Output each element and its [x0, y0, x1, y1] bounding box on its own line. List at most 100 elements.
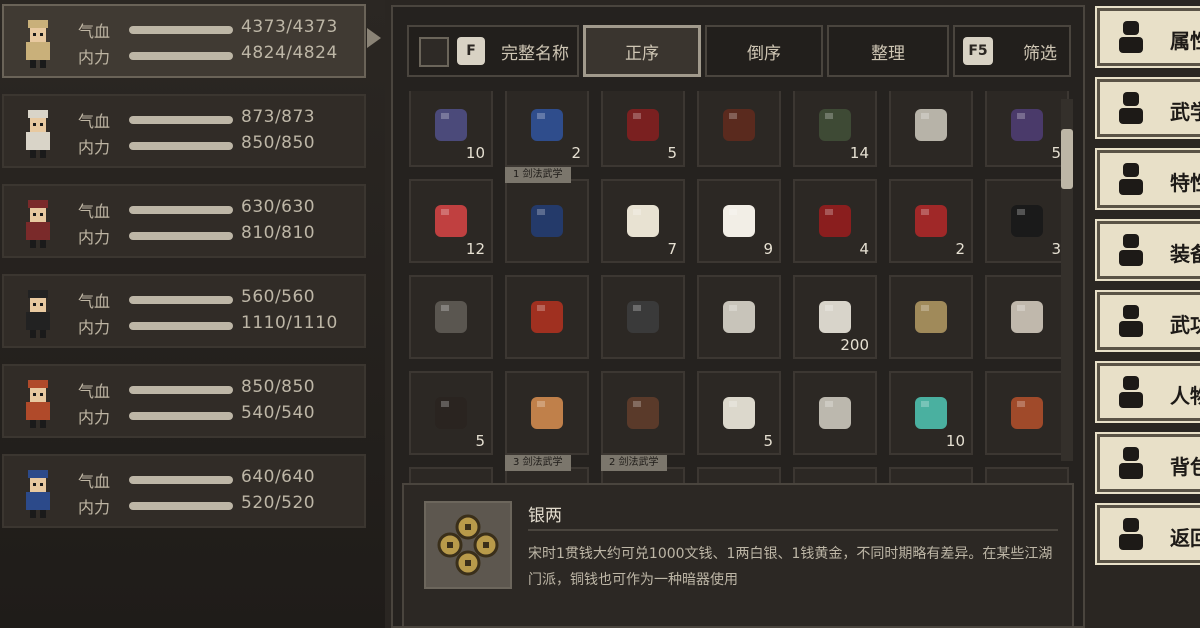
party-member-card[interactable]: 气血 640/640 内力 520/520 — [2, 454, 366, 528]
inventory-slot[interactable] — [601, 371, 685, 455]
inventory-slot[interactable] — [889, 275, 973, 359]
inventory-slot[interactable] — [505, 275, 589, 359]
hp-value: 4373/4373 — [241, 17, 338, 37]
filter-button[interactable]: F5 筛选 — [953, 25, 1071, 77]
hp-value: 640/640 — [241, 467, 316, 487]
hp-value: 850/850 — [241, 377, 316, 397]
mp-bar — [129, 142, 233, 150]
diamond-icon — [1119, 376, 1143, 408]
item-count: 14 — [849, 144, 869, 162]
inventory-slot[interactable] — [409, 467, 493, 483]
mp-value: 1110/1110 — [241, 313, 338, 333]
item-description-box: 银两 宋时1贯钱大约可兑1000文钱、1两白银、1钱黄金，不同时期略有差异。在某… — [402, 483, 1074, 628]
menu-bag-button[interactable]: 背包 — [1095, 432, 1200, 494]
item-count: 5 — [1051, 144, 1061, 162]
party-member-card[interactable]: 气血 873/873 内力 850/850 — [2, 94, 366, 168]
sticks-icon — [723, 109, 755, 141]
inventory-slot[interactable]: 5 — [409, 371, 493, 455]
inventory-slot[interactable]: 7 — [601, 179, 685, 263]
robe-icon — [627, 301, 659, 333]
inventory-scrollbar[interactable] — [1061, 99, 1073, 461]
party-member-card[interactable]: 气血 850/850 内力 540/540 — [2, 364, 366, 438]
mushroom-icon — [531, 397, 563, 429]
inventory-slot[interactable]: 4 — [793, 179, 877, 263]
item-count: 5 — [475, 432, 485, 450]
inventory-slot[interactable] — [889, 91, 973, 167]
soup-icon — [1011, 397, 1043, 429]
scrollbar-thumb[interactable] — [1061, 129, 1073, 189]
organize-button[interactable]: 整理 — [827, 25, 949, 77]
inventory-slot[interactable]: 3 剑法武学 — [505, 455, 589, 483]
inventory-slot[interactable]: 5 — [697, 371, 781, 455]
mp-label: 内力 — [78, 408, 111, 427]
inventory-slot[interactable]: 12 — [409, 179, 493, 263]
full-name-checkbox[interactable] — [419, 37, 449, 67]
party-member-card[interactable]: 气血 630/630 内力 810/810 — [2, 184, 366, 258]
hp-label: 气血 — [78, 382, 111, 401]
mp-bar — [129, 52, 233, 60]
mp-bar — [129, 412, 233, 420]
hp-label: 气血 — [78, 472, 111, 491]
inventory-slot[interactable] — [793, 371, 877, 455]
item-count: 7 — [667, 240, 677, 258]
item-count: 5 — [667, 144, 677, 162]
party-member-card[interactable]: 气血 4373/4373 内力 4824/4824 — [2, 4, 366, 78]
item-count: 3 — [1051, 240, 1061, 258]
menu-character-button[interactable]: 属性 — [1095, 6, 1200, 68]
inventory-slot[interactable]: 2 — [505, 91, 589, 167]
inventory-slot[interactable] — [697, 275, 781, 359]
inventory-slot[interactable] — [889, 467, 973, 483]
inventory-slot[interactable] — [985, 275, 1069, 359]
inventory-slot[interactable] — [697, 91, 781, 167]
item-count: 2 — [955, 240, 965, 258]
sort-descending-button[interactable]: 倒序 — [705, 25, 823, 77]
inventory-slot[interactable]: 10 — [409, 91, 493, 167]
inventory-slot[interactable] — [793, 467, 877, 483]
wine-jar-icon — [435, 397, 467, 429]
item-description: 宋时1贯钱大约可兑1000文钱、1两白银、1钱黄金，不同时期略有差异。在某些江湖… — [528, 546, 1053, 588]
hp-bar — [129, 386, 233, 394]
filter-label: 筛选 — [1023, 43, 1057, 64]
inventory-slot[interactable]: 200 — [793, 275, 877, 359]
inventory-slot[interactable] — [409, 275, 493, 359]
menu-book-button[interactable]: 武功 — [1095, 290, 1200, 352]
inventory-slot[interactable]: 3 — [985, 179, 1069, 263]
inventory-slot[interactable]: 2 剑法武学 — [601, 455, 685, 483]
menu-diamond-button[interactable]: 人物 — [1095, 361, 1200, 423]
hp-bar — [129, 206, 233, 214]
hotkey-f-icon: F — [457, 37, 485, 65]
hp-bar — [129, 116, 233, 124]
full-name-toggle[interactable]: F 完整名称 — [407, 25, 579, 77]
bag-icon — [1119, 447, 1143, 479]
hp-value: 560/560 — [241, 287, 316, 307]
organize-label: 整理 — [871, 43, 905, 64]
menu-trait-button[interactable]: 特性 — [1095, 148, 1200, 210]
menu-martial-button[interactable]: 武学 — [1095, 77, 1200, 139]
inventory-slot[interactable]: 5 — [601, 91, 685, 167]
inventory-slot[interactable]: 14 — [793, 91, 877, 167]
inventory-slot[interactable] — [697, 467, 781, 483]
menu-door-button[interactable]: 返回 — [1095, 503, 1200, 565]
pills-icon — [1011, 205, 1043, 237]
inventory-slot[interactable] — [505, 371, 589, 455]
party-member-card[interactable]: 气血 560/560 内力 1110/1110 — [2, 274, 366, 348]
hat-icon — [915, 301, 947, 333]
mp-bar — [129, 232, 233, 240]
inventory-slot[interactable] — [985, 371, 1069, 455]
red-book-icon — [627, 109, 659, 141]
inventory-slot[interactable]: 10 — [889, 371, 973, 455]
character-portrait-icon — [14, 14, 62, 70]
hp-bar — [129, 296, 233, 304]
pot-icon — [1011, 109, 1043, 141]
sort-ascending-button[interactable]: 正序 — [583, 25, 701, 77]
menu-sword-button[interactable]: 装备 — [1095, 219, 1200, 281]
hp-label: 气血 — [78, 292, 111, 311]
hotkey-f5-icon: F5 — [963, 37, 993, 65]
inventory-slot[interactable]: 1 剑法武学 — [505, 167, 589, 263]
martial-icon — [1119, 92, 1143, 124]
inventory-slot[interactable]: 2 — [889, 179, 973, 263]
inventory-slot[interactable]: 5 — [985, 91, 1069, 167]
inventory-slot[interactable] — [985, 467, 1069, 483]
inventory-slot[interactable] — [601, 275, 685, 359]
inventory-slot[interactable]: 9 — [697, 179, 781, 263]
